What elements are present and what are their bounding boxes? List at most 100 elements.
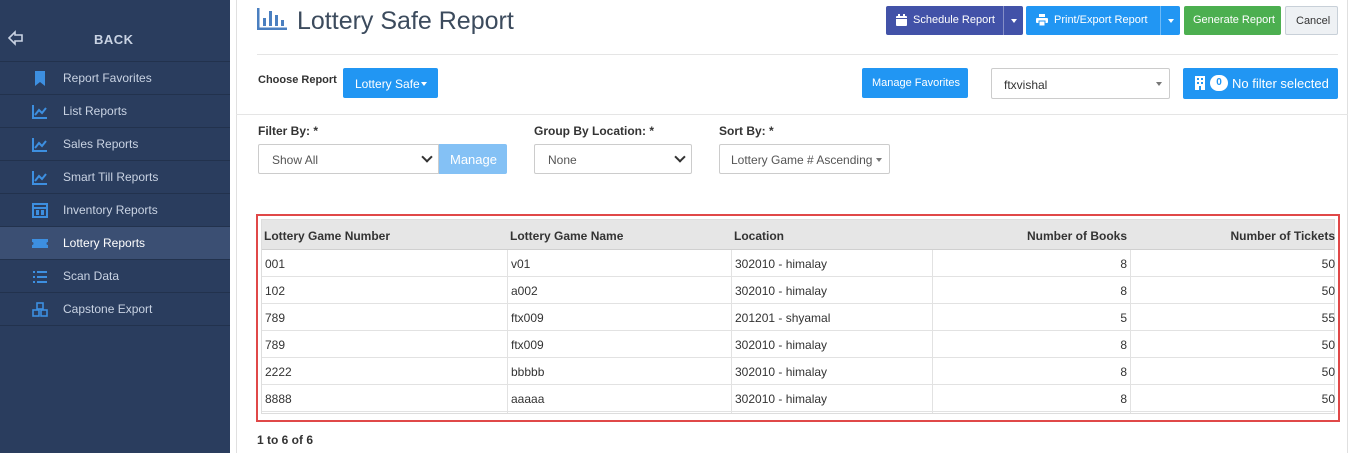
- cell-location: 302010 - himalay: [735, 338, 828, 352]
- cell-game-number: 102: [265, 284, 286, 298]
- manage-label: Manage: [450, 152, 497, 167]
- page-title: Lottery Safe Report: [297, 7, 514, 35]
- schedule-report-label: Schedule Report: [913, 14, 995, 26]
- calendar-icon: [896, 14, 907, 26]
- report-table: Lottery Game Number Lottery Game Name Lo…: [261, 219, 1335, 414]
- sidebar-item-report-favorites[interactable]: Report Favorites: [0, 62, 230, 95]
- cell-location: 302010 - himalay: [735, 284, 828, 298]
- cell-tickets: 50: [1321, 257, 1335, 271]
- cell-tickets: 50: [1321, 365, 1335, 379]
- back-arrow-icon: [8, 30, 23, 46]
- user-select[interactable]: ftxvishal: [991, 68, 1170, 99]
- cell-game-number: 789: [265, 311, 286, 325]
- column-header-game-number[interactable]: Lottery Game Number: [264, 229, 390, 243]
- column-divider: [731, 250, 732, 413]
- printer-icon: [1036, 14, 1048, 26]
- cell-game-name: bbbbb: [511, 365, 545, 379]
- filter-by-select[interactable]: Show All: [258, 144, 439, 174]
- sidebar-item-label: Sales Reports: [63, 137, 139, 151]
- sidebar-item-label: Smart Till Reports: [63, 170, 159, 184]
- table-row[interactable]: 102 a002 302010 - himalay 8 50: [262, 277, 1335, 304]
- sidebar-item-capstone-export[interactable]: Capstone Export: [0, 293, 230, 326]
- cell-game-name: v01: [511, 257, 531, 271]
- line-chart-icon: [32, 171, 47, 185]
- sidebar-item-scan-data[interactable]: Scan Data: [0, 260, 230, 293]
- chevron-down-icon: [421, 151, 433, 163]
- sidebar-item-list-reports[interactable]: List Reports: [0, 95, 230, 128]
- manage-favorites-button[interactable]: Manage Favorites: [862, 68, 968, 98]
- cell-game-number: 8888: [265, 392, 292, 406]
- back-button[interactable]: BACK: [0, 0, 230, 62]
- sidebar-item-sales-reports[interactable]: Sales Reports: [0, 128, 230, 161]
- cell-tickets: 50: [1321, 284, 1335, 298]
- filter-by-value: Show All: [272, 153, 319, 167]
- sidebar-item-label: Report Favorites: [63, 71, 152, 85]
- sidebar-item-label: List Reports: [63, 104, 128, 118]
- sort-by-select[interactable]: Lottery Game # Ascending: [719, 144, 890, 174]
- manage-button[interactable]: Manage: [439, 144, 507, 174]
- schedule-dropdown-toggle[interactable]: [1003, 6, 1023, 35]
- column-header-tickets[interactable]: Number of Tickets: [1132, 229, 1335, 243]
- cell-location: 302010 - himalay: [735, 257, 828, 271]
- cell-books: 8: [1120, 392, 1127, 406]
- cell-game-name: a002: [511, 284, 538, 298]
- sidebar-item-label: Scan Data: [63, 269, 120, 283]
- cell-location: 302010 - himalay: [735, 392, 828, 406]
- column-header-location[interactable]: Location: [734, 229, 784, 243]
- sidebar-item-inventory-reports[interactable]: Inventory Reports: [0, 194, 230, 227]
- table-row[interactable]: 8888 aaaaa 302010 - himalay 8 50: [262, 385, 1335, 412]
- filter-count-badge: 0: [1210, 75, 1228, 91]
- table-row[interactable]: 789 ftx009 302010 - himalay 8 50: [262, 331, 1335, 358]
- list-icon: [33, 271, 47, 283]
- cell-books: 8: [1120, 338, 1127, 352]
- sidebar-item-lottery-reports[interactable]: Lottery Reports: [0, 227, 230, 260]
- caret-down-icon: [876, 158, 882, 162]
- group-by-value: None: [548, 153, 577, 167]
- cubes-icon: [32, 302, 48, 317]
- divider: [236, 114, 1348, 115]
- print-dropdown-toggle[interactable]: [1160, 6, 1180, 35]
- sidebar-item-smart-till-reports[interactable]: Smart Till Reports: [0, 161, 230, 194]
- cell-books: 5: [1120, 311, 1127, 325]
- schedule-report-button[interactable]: Schedule Report: [886, 6, 1023, 35]
- cell-location: 201201 - shyamal: [735, 311, 831, 325]
- filter-button[interactable]: 0 No filter selected: [1183, 68, 1338, 99]
- cancel-button[interactable]: Cancel: [1285, 6, 1338, 35]
- group-by-select[interactable]: None: [534, 144, 692, 174]
- report-select-button[interactable]: Lottery Safe: [343, 68, 438, 98]
- line-chart-icon: [32, 138, 47, 152]
- main-content: Lottery Safe Report Schedule Report Prin…: [230, 0, 1351, 453]
- cell-game-name: ftx009: [511, 338, 544, 352]
- cell-tickets: 55: [1321, 311, 1335, 325]
- table-row[interactable]: 789 ftx009 201201 - shyamal 5 55: [262, 304, 1335, 331]
- caret-down-icon: [421, 82, 427, 86]
- sort-by-label: Sort By: *: [719, 124, 774, 138]
- generate-report-button[interactable]: Generate Report: [1184, 6, 1281, 35]
- choose-report-label: Choose Report: [258, 74, 337, 86]
- cell-game-number: 2222: [265, 365, 292, 379]
- sidebar-item-label: Inventory Reports: [63, 203, 158, 217]
- table-row[interactable]: 001 v01 302010 - himalay 8 50: [262, 250, 1335, 277]
- manage-favorites-label: Manage Favorites: [872, 77, 961, 89]
- pagination-summary: 1 to 6 of 6: [257, 433, 314, 447]
- print-export-button[interactable]: Print/Export Report: [1026, 6, 1180, 35]
- filter-by-label: Filter By: *: [258, 124, 319, 138]
- cell-tickets: 50: [1321, 338, 1335, 352]
- caret-down-icon: [1156, 82, 1162, 86]
- cell-game-name: aaaaa: [511, 392, 545, 406]
- divider: [257, 54, 1338, 55]
- report-select-label: Lottery Safe: [355, 77, 420, 91]
- cell-books: 8: [1120, 365, 1127, 379]
- sort-by-value: Lottery Game # Ascending: [731, 153, 873, 167]
- sidebar: BACK Report Favorites List Reports Sales…: [0, 0, 230, 453]
- line-chart-icon: [32, 105, 47, 119]
- column-header-books[interactable]: Number of Books: [934, 229, 1127, 243]
- group-by-label: Group By Location: *: [534, 124, 654, 138]
- column-header-game-name[interactable]: Lottery Game Name: [510, 229, 623, 243]
- column-divider: [1130, 250, 1131, 413]
- sidebar-item-label: Capstone Export: [63, 302, 153, 316]
- column-divider: [507, 250, 508, 413]
- cell-books: 8: [1120, 284, 1127, 298]
- bar-chart-icon: [257, 8, 287, 30]
- table-row[interactable]: 2222 bbbbb 302010 - himalay 8 50: [262, 358, 1335, 385]
